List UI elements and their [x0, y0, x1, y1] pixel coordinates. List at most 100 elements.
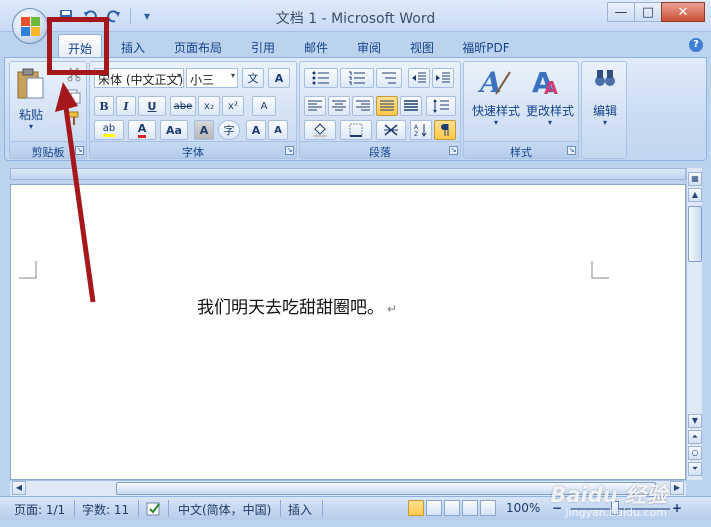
subscript-button[interactable]: x₂	[198, 96, 220, 116]
shading-button[interactable]	[304, 120, 336, 140]
font-color-button[interactable]: A	[128, 120, 156, 140]
change-styles-icon: A A	[532, 66, 558, 99]
scroll-down-button[interactable]: ▼	[688, 414, 702, 428]
scroll-right-button[interactable]: ▶	[670, 481, 684, 495]
styles-group-label: 样式	[464, 141, 578, 159]
chinese-layout-button[interactable]	[376, 120, 406, 140]
select-browse-object-button[interactable]: ○	[688, 446, 702, 460]
document-body[interactable]: 我们明天去吃甜甜圈吧。 ↵	[197, 293, 397, 318]
shrink-font-button[interactable]: A	[268, 120, 288, 140]
insert-mode[interactable]: 插入	[288, 501, 312, 518]
tab-foxit-pdf[interactable]: 福昕PDF	[454, 34, 518, 58]
distributed-icon	[404, 100, 418, 111]
zoom-level[interactable]: 100%	[506, 501, 540, 515]
justify-button[interactable]	[376, 96, 398, 116]
bold-button[interactable]: B	[94, 96, 114, 116]
format-painter-icon[interactable]	[66, 110, 82, 126]
help-icon[interactable]: ?	[689, 38, 703, 52]
distributed-button[interactable]	[400, 96, 422, 116]
align-right-button[interactable]	[352, 96, 374, 116]
ruler-area	[10, 168, 686, 180]
decrease-indent-icon	[412, 72, 426, 83]
clipboard-dialog-launcher[interactable]: ↘	[75, 146, 84, 155]
align-left-button[interactable]	[304, 96, 326, 116]
character-border-button[interactable]: A	[268, 68, 290, 88]
outline-view-button[interactable]	[462, 500, 478, 516]
italic-button[interactable]: I	[116, 96, 136, 116]
svg-text:A: A	[414, 124, 419, 131]
clear-formatting-button[interactable]: A	[252, 96, 276, 116]
document-text: 我们明天去吃甜甜圈吧。	[197, 298, 384, 318]
align-left-icon	[308, 100, 322, 111]
scroll-left-button[interactable]: ◀	[12, 481, 26, 495]
tab-references[interactable]: 引用	[242, 34, 284, 58]
borders-button[interactable]	[340, 120, 372, 140]
document-page[interactable]: 我们明天去吃甜甜圈吧。 ↵	[10, 184, 686, 480]
change-styles-button[interactable]: A A 更改样式 ▾	[522, 64, 576, 140]
view-ruler-button[interactable]: ▦	[688, 172, 702, 186]
font-size-value: 小三	[190, 73, 215, 87]
draft-view-button[interactable]	[480, 500, 496, 516]
quick-styles-label: 快速样式	[471, 104, 520, 118]
paragraph-dialog-launcher[interactable]: ↘	[449, 146, 458, 155]
minimize-button[interactable]: —	[607, 2, 635, 22]
align-center-button[interactable]	[328, 96, 350, 116]
watermark-brand: Baidu 经验	[550, 483, 667, 507]
vertical-scroll-thumb[interactable]	[688, 206, 702, 262]
close-button[interactable]: ✕	[661, 2, 705, 22]
tab-mailings[interactable]: 邮件	[295, 34, 337, 58]
copy-icon[interactable]	[66, 88, 82, 104]
multilevel-list-button[interactable]	[376, 68, 402, 88]
highlight-button[interactable]: ab	[94, 120, 124, 140]
styles-dialog-launcher[interactable]: ↘	[567, 146, 576, 155]
status-separator	[74, 500, 75, 517]
font-dialog-launcher[interactable]: ↘	[285, 146, 294, 155]
numbering-button[interactable]	[340, 68, 374, 88]
print-layout-view-button[interactable]	[408, 500, 424, 516]
quick-styles-button[interactable]: A 快速样式 ▾	[468, 64, 522, 140]
zoom-in-button[interactable]: +	[672, 501, 682, 515]
paste-button[interactable]: 粘贴 ▾	[14, 66, 48, 138]
decrease-indent-button[interactable]	[408, 68, 430, 88]
font-size-combo[interactable]: 小三 ▾	[186, 68, 238, 88]
language-indicator[interactable]: 中文(简体，中国)	[178, 501, 271, 518]
vertical-scrollbar[interactable]: ▦ ▲ ▼ ⏶ ○ ⏷	[686, 168, 702, 480]
page-count[interactable]: 页面: 1/1	[14, 501, 65, 518]
web-layout-view-button[interactable]	[444, 500, 460, 516]
tab-review[interactable]: 审阅	[348, 34, 390, 58]
word-count[interactable]: 字数: 11	[82, 501, 129, 518]
previous-page-button[interactable]: ⏶	[688, 430, 702, 444]
scroll-up-button[interactable]: ▲	[688, 188, 702, 202]
full-screen-reading-view-button[interactable]	[426, 500, 442, 516]
superscript-button[interactable]: x²	[222, 96, 244, 116]
bullets-button[interactable]	[304, 68, 338, 88]
shading-icon	[313, 123, 327, 137]
next-page-button[interactable]: ⏷	[688, 462, 702, 476]
status-separator	[280, 500, 281, 517]
tab-page-layout[interactable]: 页面布局	[164, 34, 232, 58]
change-case-button[interactable]: Aa	[160, 120, 188, 140]
baidu-watermark: Baidu 经验 jingyan.baidu.com	[550, 479, 667, 519]
line-spacing-button[interactable]	[426, 96, 456, 116]
tab-view[interactable]: 视图	[401, 34, 443, 58]
enclose-characters-button[interactable]: 字	[218, 120, 240, 140]
maximize-button[interactable]: □	[634, 2, 662, 22]
font-name-value: 宋体 (中文正文)	[98, 73, 184, 87]
quick-styles-arrow: ▾	[493, 118, 498, 127]
grow-font-button[interactable]: A	[246, 120, 266, 140]
tab-insert[interactable]: 插入	[112, 34, 154, 58]
strikethrough-button[interactable]: abe	[170, 96, 196, 116]
font-color-glyph: A	[137, 122, 147, 138]
increase-indent-button[interactable]	[432, 68, 454, 88]
paragraph-group: AZ 段落 ↘	[299, 61, 461, 159]
office-button[interactable]	[12, 8, 48, 44]
paste-icon	[17, 68, 44, 99]
character-shading-button[interactable]: A	[194, 120, 214, 140]
underline-button[interactable]: U	[138, 96, 166, 116]
proofing-icon[interactable]	[146, 501, 162, 517]
sort-icon: AZ	[414, 124, 427, 137]
sort-button[interactable]: AZ	[410, 120, 432, 140]
show-formatting-marks-button[interactable]	[434, 120, 456, 140]
phonetic-guide-button[interactable]: 文	[242, 68, 264, 88]
editing-group[interactable]: 编辑 ▾	[581, 61, 627, 159]
